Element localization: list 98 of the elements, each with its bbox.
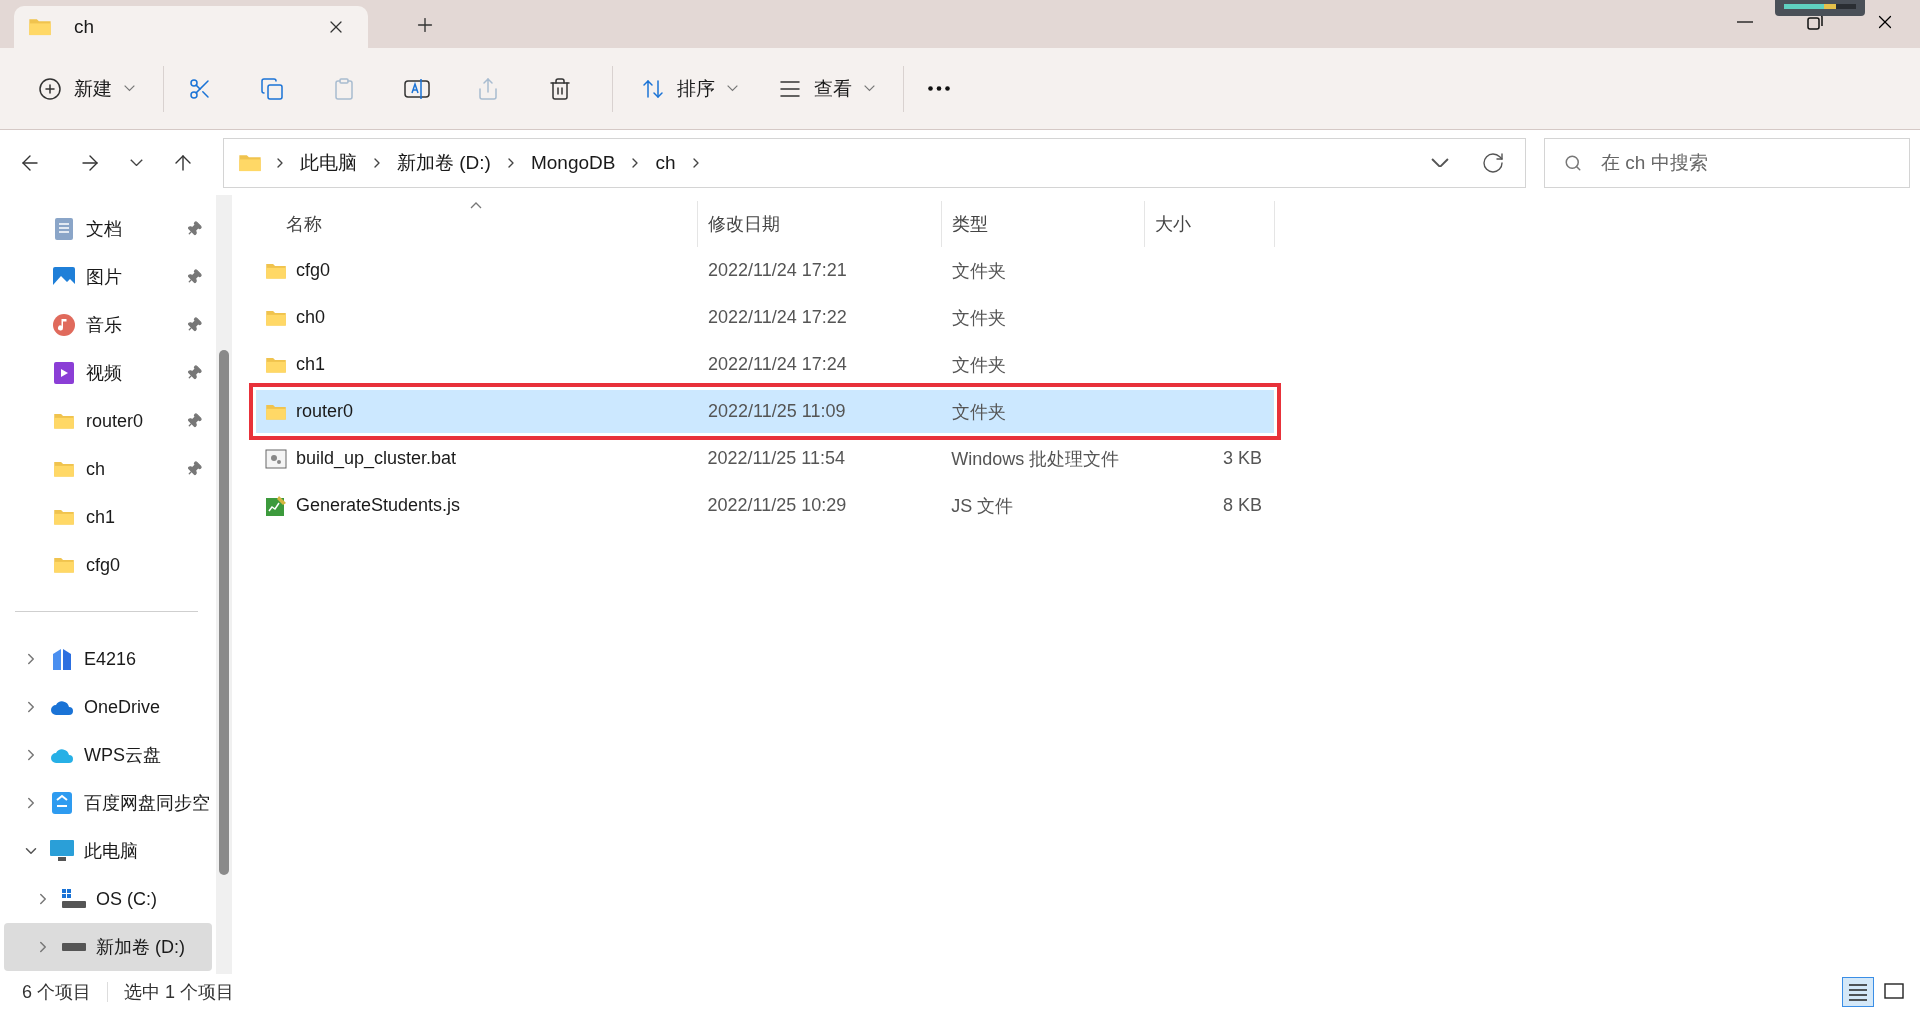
nav-item-label[interactable]: OneDrive — [84, 696, 161, 718]
table-cell-text: Windows 批处理文件 — [950, 447, 1121, 471]
file-name[interactable]: GenerateStudents.js — [296, 495, 461, 516]
cloud-icon — [50, 747, 74, 763]
view-button[interactable]: 查看 — [766, 64, 887, 113]
building-icon — [52, 648, 72, 670]
breadcrumb[interactable]: 新加卷 (D:) — [395, 149, 493, 176]
table-cell-text: 8 KB — [1221, 495, 1263, 516]
caret-icon — [727, 85, 738, 92]
more-icon — [928, 86, 950, 91]
table-cell-text: 3 KB — [1221, 448, 1263, 469]
add-icon — [38, 76, 62, 101]
folder-icon — [265, 261, 287, 280]
script-file-icon — [265, 494, 287, 517]
trash-icon — [548, 76, 572, 101]
batch-file-icon — [265, 448, 287, 469]
nav-item-label[interactable]: 视频 — [86, 361, 122, 385]
column-header[interactable]: 大小 — [1155, 212, 1191, 236]
tab-title: ch — [74, 16, 96, 38]
refresh-icon — [1481, 150, 1505, 175]
folder-icon — [265, 355, 287, 374]
breadcrumb[interactable]: 此电脑 — [298, 149, 359, 176]
address-bar[interactable]: 此电脑 新加卷 (D:) MongoDB ch — [223, 137, 1526, 188]
details-view-icon — [1848, 983, 1868, 1001]
selected-nav-item[interactable]: 新加卷 (D:) — [4, 923, 212, 971]
caret-icon — [124, 85, 135, 92]
table-cell-text: 2022/11/24 17:22 — [707, 307, 848, 328]
table-cell-text: 2022/11/24 17:21 — [707, 260, 848, 281]
file-name[interactable]: ch1 — [296, 354, 326, 375]
table-cell-text: 2022/11/24 17:24 — [707, 354, 848, 375]
tiles-view-icon — [1884, 983, 1904, 1001]
table-cell-text: 2022/11/25 10:29 — [706, 495, 848, 516]
folder-icon — [53, 460, 75, 478]
breadcrumb[interactable]: MongoDB — [528, 151, 618, 174]
table-cell-text: 文件夹 — [951, 400, 1007, 424]
video-icon — [54, 362, 74, 384]
nav-item-label[interactable]: ch — [86, 458, 105, 480]
sort-button[interactable]: 排序 — [629, 64, 750, 113]
column-header[interactable]: 名称 — [286, 212, 322, 236]
table-cell-text: 文件夹 — [951, 259, 1007, 283]
nav-item-label[interactable]: router0 — [86, 410, 144, 432]
folder-icon — [28, 17, 52, 37]
nav-item-label[interactable]: 图片 — [86, 265, 122, 289]
share-icon — [476, 76, 500, 101]
restore-icon — [1807, 14, 1823, 30]
file-name[interactable]: build_up_cluster.bat — [296, 448, 457, 469]
cloud-icon — [50, 699, 74, 715]
picture-icon — [53, 267, 75, 287]
rename-icon — [404, 76, 430, 101]
folder-icon — [238, 152, 262, 173]
music-note-icon — [53, 314, 75, 336]
folder-icon — [265, 308, 287, 327]
scrollbar-thumb[interactable] — [219, 350, 229, 875]
nav-item-label[interactable]: 百度网盘同步空 — [84, 791, 210, 815]
table-cell-text: 2022/11/25 11:09 — [707, 401, 847, 422]
file-name[interactable]: router0 — [296, 401, 354, 422]
minimize-icon — [1737, 21, 1753, 23]
nav-item-label[interactable]: ch1 — [86, 506, 116, 528]
system-drive-icon — [62, 889, 86, 909]
search-field[interactable]: 在 ch 中搜索 — [1544, 137, 1910, 188]
file-name[interactable]: ch0 — [296, 307, 326, 328]
column-header[interactable]: 修改日期 — [708, 212, 780, 236]
breadcrumb[interactable]: ch — [653, 151, 678, 174]
nav-item-label[interactable]: OS (C:) — [96, 888, 157, 910]
sort-ascending-icon — [469, 201, 482, 209]
folder-icon — [53, 556, 75, 574]
table-cell-text: JS 文件 — [950, 494, 1015, 518]
table-cell-text: 2022/11/25 11:54 — [706, 448, 847, 469]
monitor-icon — [50, 840, 74, 862]
table-cell-text: 文件夹 — [951, 306, 1007, 330]
nav-item-label[interactable]: 文档 — [86, 217, 122, 241]
details-view-button[interactable] — [1842, 977, 1874, 1007]
caret-icon — [864, 85, 875, 92]
table-cell-text: 文件夹 — [951, 353, 1007, 377]
item-count: 6 个项目 — [22, 981, 91, 1004]
folder-icon — [53, 412, 75, 430]
caret-icon — [130, 158, 143, 167]
caret-icon — [1431, 157, 1449, 168]
column-header[interactable]: 类型 — [952, 212, 988, 236]
active-tab[interactable]: ch — [14, 6, 368, 48]
nav-item-label[interactable]: 新加卷 (D:) — [96, 935, 185, 959]
drive-icon — [62, 943, 86, 951]
clipboard-icon — [332, 76, 356, 101]
folder-icon — [265, 402, 287, 421]
nav-item-label[interactable]: 此电脑 — [84, 839, 138, 863]
new-button[interactable]: 新建 — [26, 64, 147, 113]
document-icon — [55, 218, 73, 240]
file-name[interactable]: cfg0 — [296, 260, 331, 281]
folder-icon — [53, 508, 75, 526]
nav-item-label[interactable]: E4216 — [84, 648, 137, 670]
search-icon — [1564, 153, 1582, 172]
selection-count: 选中 1 个项目 — [124, 981, 235, 1004]
copy-icon — [260, 76, 284, 101]
nav-item-label[interactable]: 音乐 — [86, 313, 122, 337]
nav-item-label[interactable]: WPS云盘 — [84, 743, 161, 767]
scissors-icon — [188, 76, 212, 101]
sync-drive-icon — [52, 792, 72, 814]
nav-item-label[interactable]: cfg0 — [86, 554, 121, 576]
